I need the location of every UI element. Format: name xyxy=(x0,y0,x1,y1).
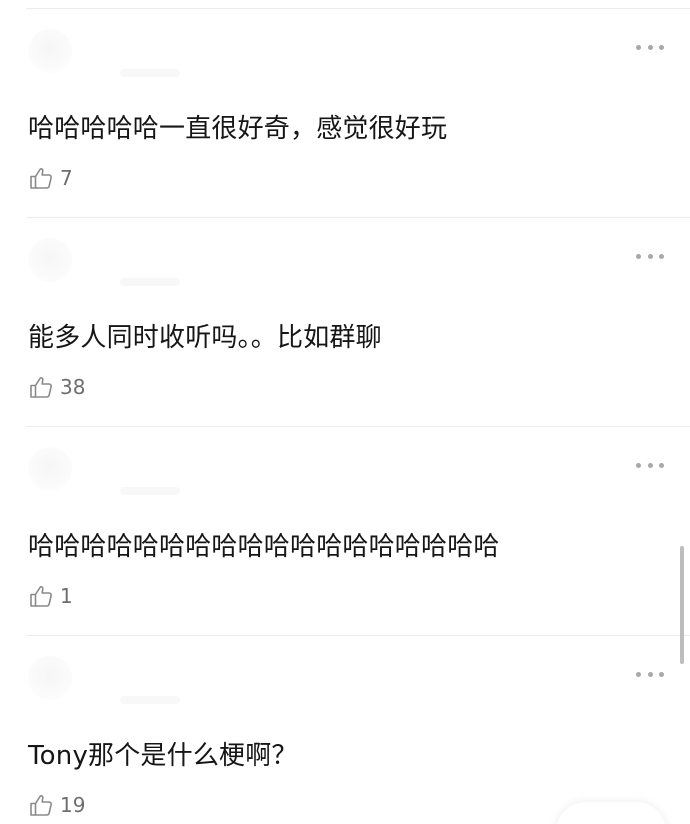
comment-text: 能多人同时收听吗。。比如群聊 xyxy=(28,323,382,353)
like-count: 19 xyxy=(60,793,86,817)
comment-item: 能多人同时收听吗。。比如群聊 38 xyxy=(0,218,690,427)
more-options-icon[interactable] xyxy=(636,37,664,57)
username-placeholder xyxy=(120,69,180,77)
like-count: 38 xyxy=(60,375,86,399)
avatar[interactable] xyxy=(28,238,72,282)
more-options-icon[interactable] xyxy=(636,246,664,266)
thumbs-up-icon xyxy=(30,586,52,607)
comment-text: Tony那个是什么梗啊？ xyxy=(28,741,298,771)
avatar[interactable] xyxy=(28,29,72,73)
more-options-icon[interactable] xyxy=(636,664,664,684)
comment-list-page: 哈哈哈哈哈一直很好奇，感觉很好玩 7 能多人同时收听吗。。比如群聊 38 哈哈哈… xyxy=(0,0,690,824)
comment-item: Tony那个是什么梗啊？ 19 xyxy=(0,636,690,824)
like-count: 1 xyxy=(60,584,73,608)
scrollbar[interactable] xyxy=(680,546,684,664)
like-button[interactable]: 7 xyxy=(28,164,73,192)
comment-text: 哈哈哈哈哈哈哈哈哈哈哈哈哈哈哈哈哈哈 xyxy=(28,532,500,562)
thumbs-up-icon xyxy=(30,377,52,398)
username-placeholder xyxy=(120,278,180,286)
username-placeholder xyxy=(120,696,180,704)
comment-text: 哈哈哈哈哈一直很好奇，感觉很好玩 xyxy=(28,114,448,144)
thumbs-up-icon xyxy=(30,168,52,189)
floating-button[interactable] xyxy=(556,802,666,824)
like-button[interactable]: 1 xyxy=(28,582,73,610)
like-count: 7 xyxy=(60,166,73,190)
avatar[interactable] xyxy=(28,447,72,491)
more-options-icon[interactable] xyxy=(636,455,664,475)
like-button[interactable]: 38 xyxy=(28,373,85,401)
like-button[interactable]: 19 xyxy=(28,791,85,819)
comment-item: 哈哈哈哈哈一直很好奇，感觉很好玩 7 xyxy=(0,9,690,218)
avatar[interactable] xyxy=(28,656,72,700)
thumbs-up-icon xyxy=(30,795,52,816)
username-placeholder xyxy=(120,487,180,495)
comment-item: 哈哈哈哈哈哈哈哈哈哈哈哈哈哈哈哈哈哈 1 xyxy=(0,427,690,636)
